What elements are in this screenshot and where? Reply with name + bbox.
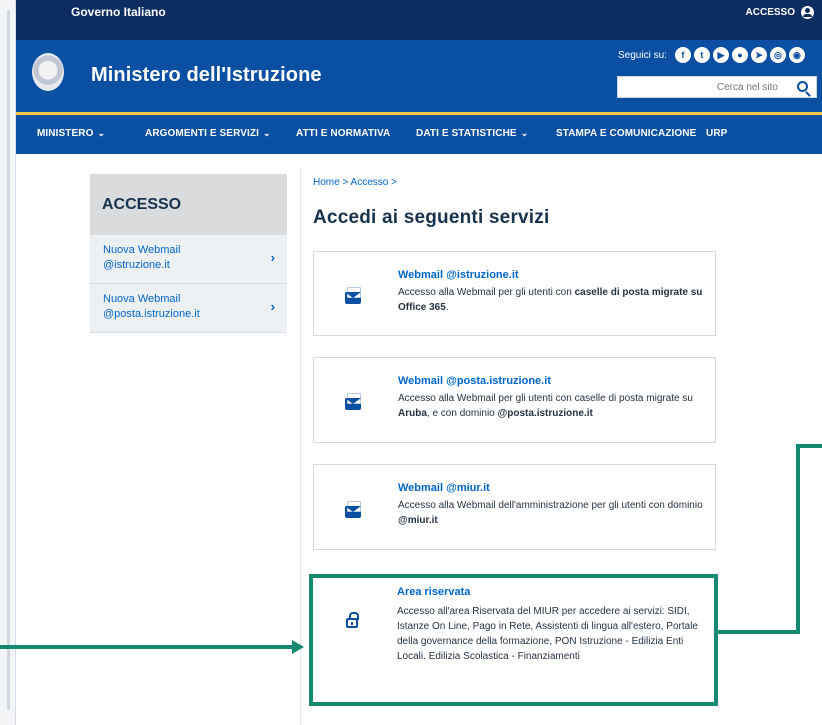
card-description: Accesso alla Webmail per gli utenti con … xyxy=(398,287,703,313)
follow-label: Seguici su: xyxy=(618,49,667,61)
user-icon xyxy=(801,6,814,19)
social-follow: Seguici su: f t ▶ ● ➤ ◎ ◉ xyxy=(618,47,805,63)
telegram-icon[interactable]: ➤ xyxy=(750,47,767,63)
chevron-down-icon: ⌄ xyxy=(520,128,529,138)
sidebar-item-label: Nuova Webmail @istruzione.it xyxy=(103,244,181,271)
envelope-icon xyxy=(345,501,361,518)
social-icons: f t ▶ ● ➤ ◎ ◉ xyxy=(674,47,805,63)
chevron-right-icon: › xyxy=(270,250,275,265)
nav-item-urp[interactable]: URP xyxy=(706,128,727,139)
chevron-right-icon: › xyxy=(270,299,275,314)
annotation-arrow-line-left xyxy=(0,645,292,649)
envelope-icon xyxy=(345,393,361,410)
annotation-line-right-vertical xyxy=(796,446,800,634)
nav-item-stampa-e-comunicazione[interactable]: STAMPA E COMUNICAZIONE xyxy=(556,128,696,139)
facebook-icon[interactable]: f xyxy=(674,47,691,63)
republic-emblem-icon[interactable] xyxy=(32,53,64,91)
service-card-webmail-posta-istruzione[interactable]: Webmail @posta.istruzione.it Accesso all… xyxy=(313,357,716,443)
envelope-icon xyxy=(345,287,361,304)
search-box[interactable] xyxy=(617,76,817,98)
nav-item-dati-e-statistiche[interactable]: DATI E STATISTICHE ⌄ xyxy=(416,128,528,139)
rss-icon[interactable]: ◉ xyxy=(788,47,805,63)
sidebar-item-webmail-istruzione[interactable]: Nuova Webmail @istruzione.it › xyxy=(90,235,287,284)
left-edge-bar xyxy=(0,0,16,725)
annotation-arrow-head xyxy=(292,640,304,654)
card-title[interactable]: Webmail @posta.istruzione.it xyxy=(398,375,551,387)
annotation-line-right-top xyxy=(796,444,822,448)
left-edge-line xyxy=(7,10,10,710)
sidebar: ACCESSO Nuova Webmail @istruzione.it › N… xyxy=(90,174,287,333)
search-input[interactable] xyxy=(618,77,788,98)
top-bar: Governo Italiano ACCESSO xyxy=(16,0,822,40)
site-title[interactable]: Ministero dell'Istruzione xyxy=(91,64,322,87)
annotation-line-right-horizontal xyxy=(718,630,800,634)
card-title[interactable]: Webmail @istruzione.it xyxy=(398,269,519,281)
sidebar-item-label: Nuova Webmail @posta.istruzione.it xyxy=(103,293,200,320)
highlight-box xyxy=(309,574,718,706)
access-label: ACCESSO xyxy=(745,7,795,18)
sidebar-item-webmail-posta-istruzione[interactable]: Nuova Webmail @posta.istruzione.it › xyxy=(90,284,287,333)
search-icon[interactable] xyxy=(797,81,808,92)
governo-italiano-link[interactable]: Governo Italiano xyxy=(71,5,166,19)
nav-item-atti-e-normativa[interactable]: ATTI E NORMATIVA xyxy=(296,128,390,139)
instagram-icon[interactable]: ◎ xyxy=(769,47,786,63)
chevron-down-icon: ⌄ xyxy=(97,128,106,138)
card-title[interactable]: Webmail @miur.it xyxy=(398,482,490,494)
chevron-down-icon: ⌄ xyxy=(262,128,271,138)
youtube-icon[interactable]: ▶ xyxy=(712,47,729,63)
sidebar-heading: ACCESSO xyxy=(90,174,287,235)
service-card-webmail-istruzione[interactable]: Webmail @istruzione.it Accesso alla Webm… xyxy=(313,251,716,336)
page-title: Accedi ai seguenti servizi xyxy=(313,207,550,228)
service-card-webmail-miur[interactable]: Webmail @miur.it Accesso alla Webmail de… xyxy=(313,464,716,550)
site-header: Ministero dell'Istruzione Seguici su: ft… xyxy=(16,40,822,112)
access-button[interactable]: ACCESSO xyxy=(746,6,814,19)
breadcrumb[interactable]: Home > Accesso > xyxy=(313,177,397,188)
main-nav: MINISTERO ⌄ ARGOMENTI E SERVIZI ⌄ ATTI E N… xyxy=(16,112,822,154)
flickr-icon[interactable]: ● xyxy=(731,47,748,63)
card-description: Accesso alla Webmail per gli utenti con … xyxy=(398,393,693,419)
nav-item-ministero[interactable]: MINISTERO ⌄ xyxy=(37,128,105,139)
twitter-icon[interactable]: t xyxy=(693,47,710,63)
card-description: Accesso alla Webmail dell'amministrazion… xyxy=(398,500,703,526)
nav-item-argomenti-e-servizi[interactable]: ARGOMENTI E SERVIZI ⌄ xyxy=(145,128,271,139)
